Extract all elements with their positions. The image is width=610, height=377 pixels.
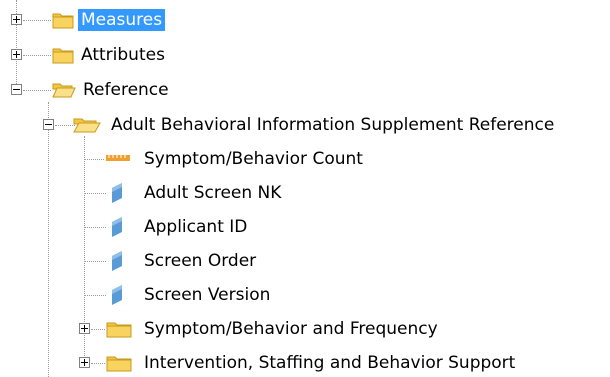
tree-node-label: Adult Behavioral Information Supplement … (111, 115, 555, 135)
tree-node-label: Attributes (81, 45, 165, 65)
tree-node-symptom-behavior-count[interactable]: Symptom/Behavior Count (0, 145, 420, 173)
tree-node-label: Reference (83, 80, 169, 100)
measure-ruler-icon (106, 155, 130, 161)
tree-connector-line (23, 90, 51, 91)
tree-node-label: Intervention, Staffing and Behavior Supp… (144, 353, 516, 373)
attribute-icon (112, 251, 122, 271)
tree-view: Measures Attributes Reference Adult Beha… (0, 0, 610, 377)
attribute-icon (112, 285, 122, 305)
expand-icon[interactable] (79, 323, 90, 334)
folder-closed-icon (106, 356, 132, 372)
expand-icon[interactable] (79, 357, 90, 368)
tree-connector-line (84, 159, 104, 160)
tree-node-symptom-behavior-frequency[interactable]: Symptom/Behavior and Frequency (0, 315, 520, 343)
tree-connector-line (91, 363, 105, 364)
tree-node-screen-order[interactable]: Screen Order (0, 247, 420, 275)
folder-open-icon (73, 118, 101, 133)
tree-connector-line (84, 227, 106, 228)
tree-node-reference[interactable]: Reference (0, 76, 260, 104)
tree-node-intervention-staffing[interactable]: Intervention, Staffing and Behavior Supp… (0, 349, 600, 377)
collapse-icon[interactable] (43, 119, 54, 130)
tree-node-attributes[interactable]: Attributes (0, 41, 260, 69)
expand-icon[interactable] (11, 14, 22, 25)
folder-closed-icon (52, 48, 74, 64)
collapse-icon[interactable] (11, 84, 22, 95)
tree-node-measures[interactable]: Measures (0, 6, 260, 34)
folder-open-icon (52, 83, 76, 98)
folder-closed-icon (52, 13, 74, 29)
tree-node-label: Symptom/Behavior Count (144, 149, 363, 169)
tree-connector-line (84, 295, 106, 296)
folder-closed-icon (106, 322, 132, 338)
tree-connector-line (23, 20, 51, 21)
tree-connector-line (91, 329, 105, 330)
tree-connector-line (23, 55, 51, 56)
tree-node-label: Measures (78, 9, 166, 31)
tree-node-label: Adult Screen NK (144, 183, 282, 203)
attribute-icon (112, 183, 122, 203)
tree-connector-line (84, 193, 106, 194)
tree-connector-line (84, 261, 106, 262)
tree-node-label: Screen Version (144, 285, 271, 305)
tree-node-label: Screen Order (144, 251, 257, 271)
tree-node-screen-version[interactable]: Screen Version (0, 281, 420, 309)
tree-node-label: Symptom/Behavior and Frequency (144, 319, 438, 339)
tree-node-adult-screen-nk[interactable]: Adult Screen NK (0, 179, 420, 207)
attribute-icon (112, 217, 122, 237)
tree-node-adult-behavioral-reference[interactable]: Adult Behavioral Information Supplement … (0, 111, 610, 139)
tree-node-label: Applicant ID (144, 217, 248, 237)
expand-icon[interactable] (11, 49, 22, 60)
tree-node-applicant-id[interactable]: Applicant ID (0, 213, 420, 241)
tree-connector-line (55, 125, 75, 126)
